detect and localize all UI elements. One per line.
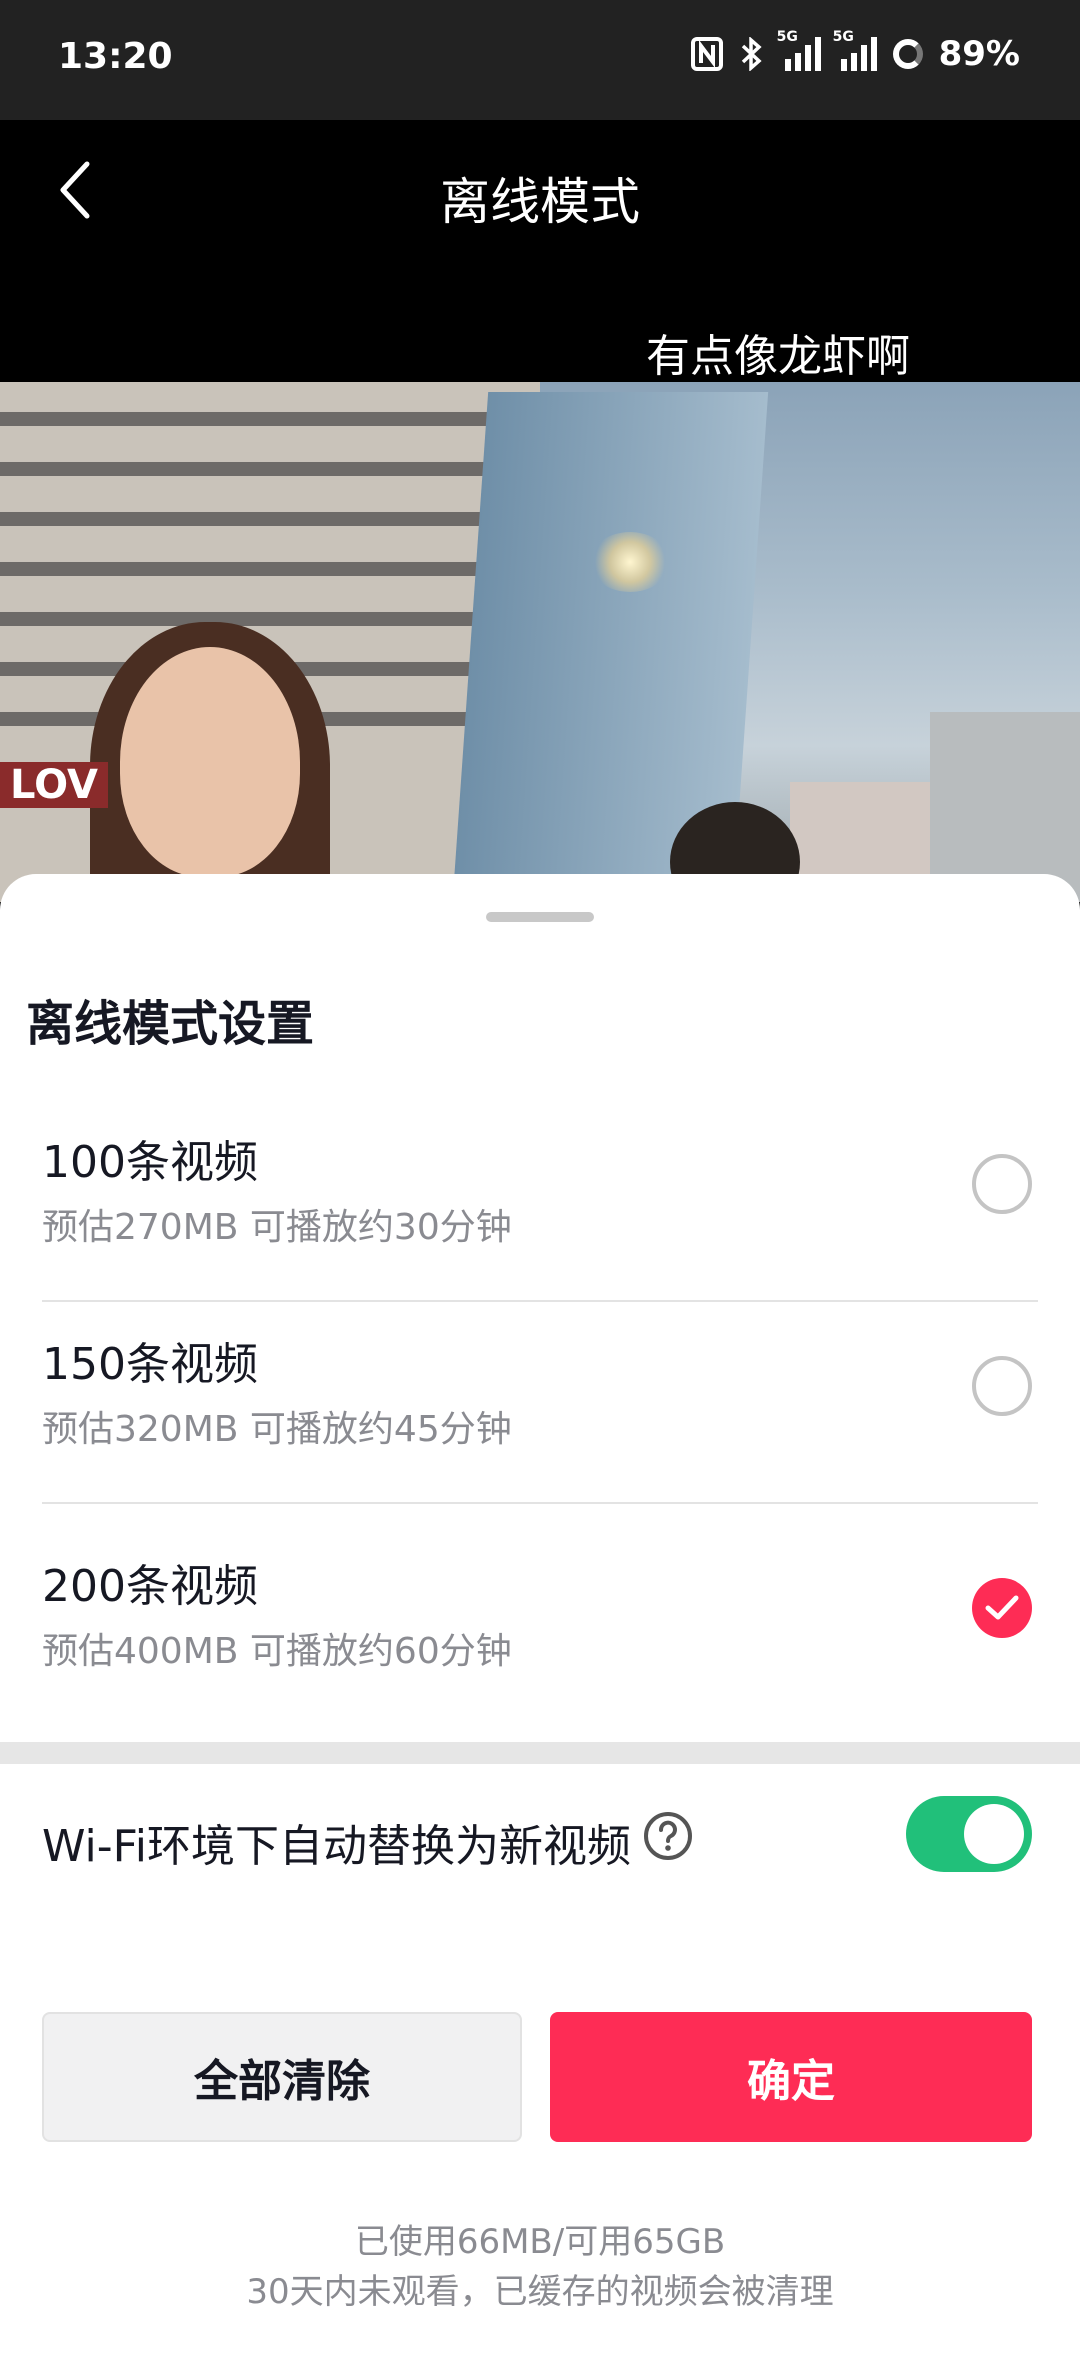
drag-handle[interactable] (486, 912, 594, 922)
radio-button[interactable] (972, 1356, 1032, 1416)
sheet-title: 离线模式设置 (26, 996, 315, 1052)
video-preview[interactable]: LOV (0, 382, 1080, 902)
signal-5g-icon: 5G (777, 29, 821, 71)
shop-sign: LOV (0, 762, 108, 808)
option-100-videos[interactable]: 100条视频 预估270MB 可播放约30分钟 (42, 1102, 1038, 1302)
video-caption: 有点像龙虾啊 (646, 331, 910, 382)
battery-icon (892, 39, 923, 69)
radio-button[interactable] (972, 1154, 1032, 1214)
checkmark-icon (985, 1595, 1019, 1620)
cache-note: 30天内未观看，已缓存的视频会被清理 (246, 2272, 834, 2312)
toggle-knob (964, 1804, 1024, 1864)
section-divider (0, 1742, 1080, 1764)
status-bar: 13:20 5G 5G 89% (0, 0, 1080, 120)
page-title: 离线模式 (440, 173, 640, 231)
question-icon[interactable] (642, 1810, 694, 1862)
nfc-icon (690, 37, 723, 71)
storage-info: 已使用66MB/可用65GB (354, 2222, 726, 2262)
street-lamp (590, 532, 670, 592)
signal-tag: 5G (776, 29, 798, 45)
option-subtitle: 预估400MB 可播放约60分钟 (42, 1631, 512, 1672)
radio-button-checked[interactable] (972, 1578, 1032, 1638)
signal-tag: 5G (832, 29, 854, 45)
option-150-videos[interactable]: 150条视频 预估320MB 可播放约45分钟 (42, 1304, 1038, 1504)
top-bar: 离线模式 有点像龙虾啊 (0, 120, 1080, 382)
bluetooth-icon (739, 37, 765, 71)
wifi-toggle[interactable] (906, 1796, 1032, 1872)
option-title: 150条视频 (42, 1339, 258, 1390)
option-200-videos[interactable]: 200条视频 预估400MB 可播放约60分钟 (42, 1526, 1038, 1726)
battery-percent: 89% (938, 34, 1020, 74)
confirm-button[interactable]: 确定 (550, 2012, 1032, 2142)
option-subtitle: 预估270MB 可播放约30分钟 (42, 1207, 512, 1248)
signal-5g-icon: 5G (833, 29, 877, 71)
option-subtitle: 预估320MB 可播放约45分钟 (42, 1409, 512, 1450)
wifi-setting-label: Wi-Fi环境下自动替换为新视频 (42, 1821, 631, 1872)
option-title: 100条视频 (42, 1137, 258, 1188)
offline-settings-sheet: 离线模式设置 100条视频 预估270MB 可播放约30分钟 150条视频 预估… (0, 874, 1080, 2376)
wifi-auto-replace-setting: Wi-Fi环境下自动替换为新视频 (42, 1796, 1038, 1882)
person-face (120, 647, 300, 877)
clear-all-button[interactable]: 全部清除 (42, 2012, 522, 2142)
option-title: 200条视频 (42, 1561, 258, 1612)
status-time: 13:20 (58, 36, 173, 77)
status-icons: 5G 5G 89% (690, 29, 1020, 74)
